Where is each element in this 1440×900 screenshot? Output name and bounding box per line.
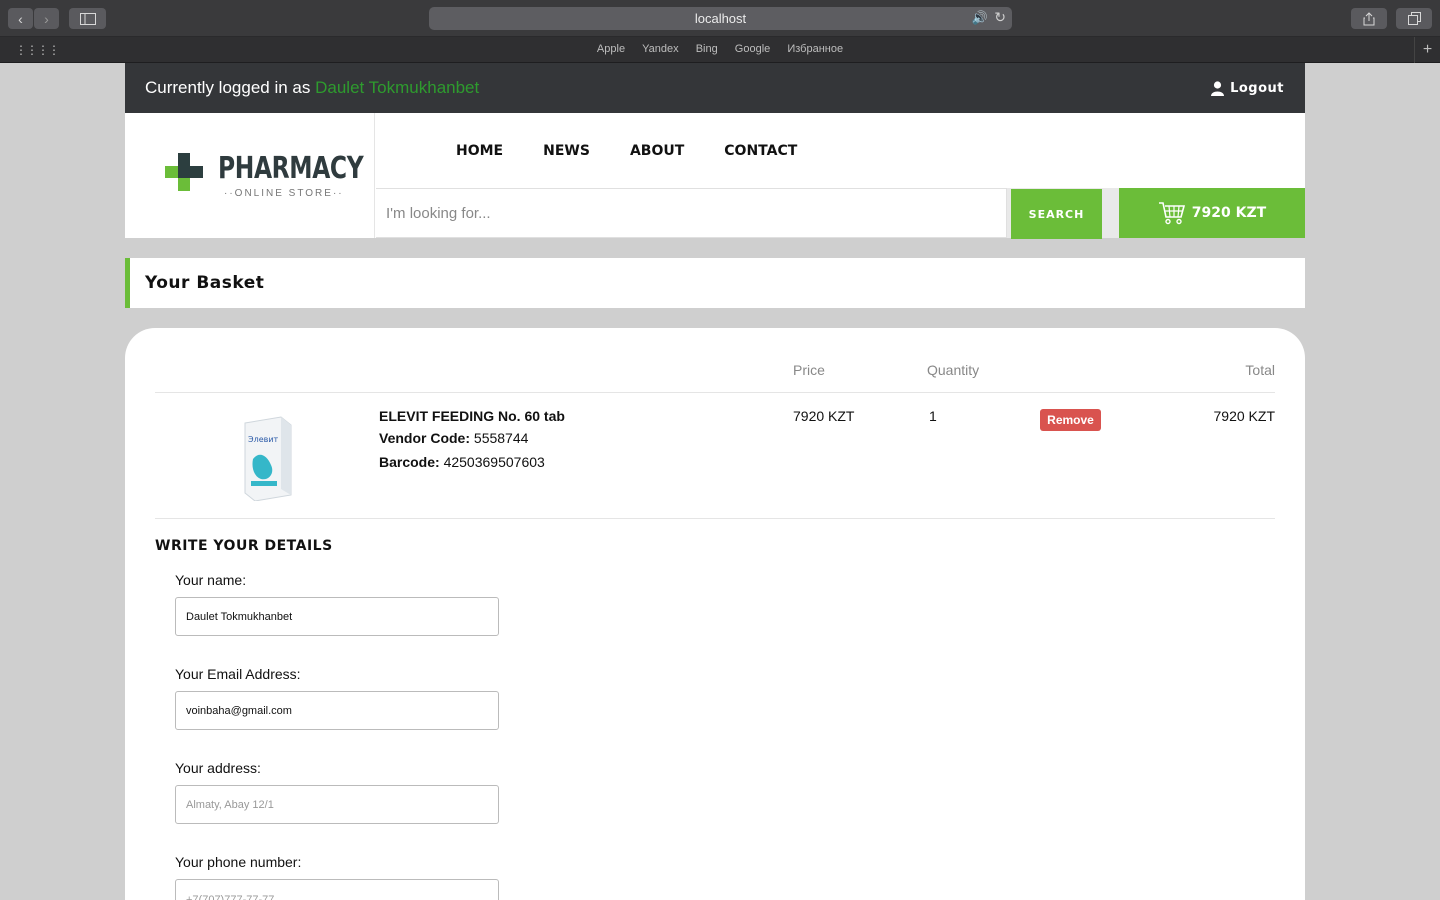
tabs-button[interactable] bbox=[1396, 8, 1432, 29]
col-quantity: Quantity bbox=[927, 362, 980, 378]
logged-in-text: Currently logged in as Daulet Tokmukhanb… bbox=[145, 78, 479, 98]
cross-logo-icon bbox=[165, 153, 203, 191]
cart-total: 7920 KZT bbox=[1191, 205, 1267, 221]
favorites-bar: ⋮⋮⋮⋮ Apple Yandex Bing Google Избранное … bbox=[0, 37, 1440, 63]
logo[interactable]: PHARMACY ··ONLINE STORE·· bbox=[125, 113, 375, 238]
cart-icon bbox=[1158, 202, 1185, 225]
name-input[interactable]: Daulet Tokmukhanbet bbox=[175, 597, 499, 636]
details-title: WRITE YOUR DETAILS bbox=[155, 538, 333, 554]
svg-text:Элевит: Элевит bbox=[248, 435, 279, 444]
logout-button[interactable]: Logout bbox=[1211, 81, 1284, 96]
item-total: 7920 KZT bbox=[1213, 408, 1275, 424]
basket-title: Your Basket bbox=[125, 258, 1305, 308]
remove-button[interactable]: Remove bbox=[1040, 409, 1101, 431]
product-name[interactable]: ELEVIT FEEDING No. 60 tab bbox=[379, 408, 565, 424]
logo-title: PHARMACY bbox=[218, 151, 364, 186]
favorite-yandex[interactable]: Yandex bbox=[642, 43, 679, 55]
barcode-value: 4250369507603 bbox=[443, 454, 545, 470]
reload-icon[interactable]: ↻ bbox=[994, 9, 1006, 26]
item-quantity: 1 bbox=[929, 408, 937, 424]
phone-label: Your phone number: bbox=[175, 854, 302, 870]
new-tab-icon[interactable]: + bbox=[1414, 37, 1440, 63]
product-image[interactable]: Элевит bbox=[241, 415, 293, 501]
favorite-izbrannoe[interactable]: Избранное bbox=[787, 43, 843, 55]
vendor-code-line: Vendor Code: 5558744 bbox=[379, 430, 528, 446]
tabs-icon bbox=[1407, 12, 1421, 25]
address-label: Your address: bbox=[175, 760, 261, 776]
browser-toolbar: ‹ › localhost 🔊 ↻ bbox=[0, 0, 1440, 37]
address-input[interactable]: Almaty, Abay 12/1 bbox=[175, 785, 499, 824]
user-icon bbox=[1211, 80, 1225, 96]
address-bar[interactable]: localhost 🔊 ↻ bbox=[429, 7, 1012, 30]
email-input[interactable]: voinbaha@gmail.com bbox=[175, 691, 499, 730]
share-icon bbox=[1363, 11, 1375, 25]
name-label: Your name: bbox=[175, 572, 247, 588]
logged-in-prefix: Currently logged in as bbox=[145, 78, 311, 97]
barcode-line: Barcode: 4250369507603 bbox=[379, 454, 545, 470]
top-bar: Currently logged in as Daulet Tokmukhanb… bbox=[125, 63, 1305, 113]
logo-subtitle: ··ONLINE STORE·· bbox=[224, 188, 344, 199]
back-button[interactable]: ‹ bbox=[8, 8, 33, 29]
barcode-label: Barcode: bbox=[379, 454, 440, 470]
url-text: localhost bbox=[694, 11, 747, 26]
page: Currently logged in as Daulet Tokmukhanb… bbox=[125, 63, 1305, 900]
col-total: Total bbox=[1245, 362, 1275, 378]
basket-card: Price Quantity Total Элевит ELEVIT FEEDI… bbox=[125, 328, 1305, 900]
nav-contact[interactable]: CONTACT bbox=[724, 143, 797, 159]
site-header: PHARMACY ··ONLINE STORE·· HOME NEWS ABOU… bbox=[125, 113, 1305, 239]
table-header: Price Quantity Total bbox=[155, 362, 1275, 393]
col-price: Price bbox=[793, 362, 825, 378]
table-row: Элевит ELEVIT FEEDING No. 60 tab Vendor … bbox=[155, 393, 1275, 519]
forward-button[interactable]: › bbox=[34, 8, 59, 29]
nav-about[interactable]: ABOUT bbox=[630, 143, 684, 159]
share-button[interactable] bbox=[1351, 8, 1387, 29]
main-nav: HOME NEWS ABOUT CONTACT bbox=[456, 143, 797, 159]
favorite-apple[interactable]: Apple bbox=[597, 43, 625, 55]
email-label: Your Email Address: bbox=[175, 666, 301, 682]
favorite-google[interactable]: Google bbox=[735, 43, 770, 55]
phone-input[interactable]: +7(707)777-77-77 bbox=[175, 879, 499, 900]
vendor-code-label: Vendor Code: bbox=[379, 430, 471, 446]
vendor-code-value: 5558744 bbox=[473, 430, 529, 446]
item-price: 7920 KZT bbox=[793, 408, 855, 424]
favorite-bing[interactable]: Bing bbox=[696, 43, 718, 55]
username-link[interactable]: Daulet Tokmukhanbet bbox=[315, 78, 479, 97]
nav-home[interactable]: HOME bbox=[456, 143, 503, 159]
search-row: I'm looking for... SEARCH 7920 KZT bbox=[376, 188, 1305, 239]
sidebar-toggle-button[interactable] bbox=[69, 8, 106, 29]
nav-news[interactable]: NEWS bbox=[543, 143, 590, 159]
cart-button[interactable]: 7920 KZT bbox=[1119, 188, 1305, 238]
search-input[interactable]: I'm looking for... bbox=[376, 188, 1007, 238]
logout-label: Logout bbox=[1230, 80, 1284, 96]
speaker-icon[interactable]: 🔊 bbox=[972, 10, 988, 26]
sidebar-icon bbox=[79, 12, 96, 25]
search-button[interactable]: SEARCH bbox=[1011, 189, 1102, 239]
